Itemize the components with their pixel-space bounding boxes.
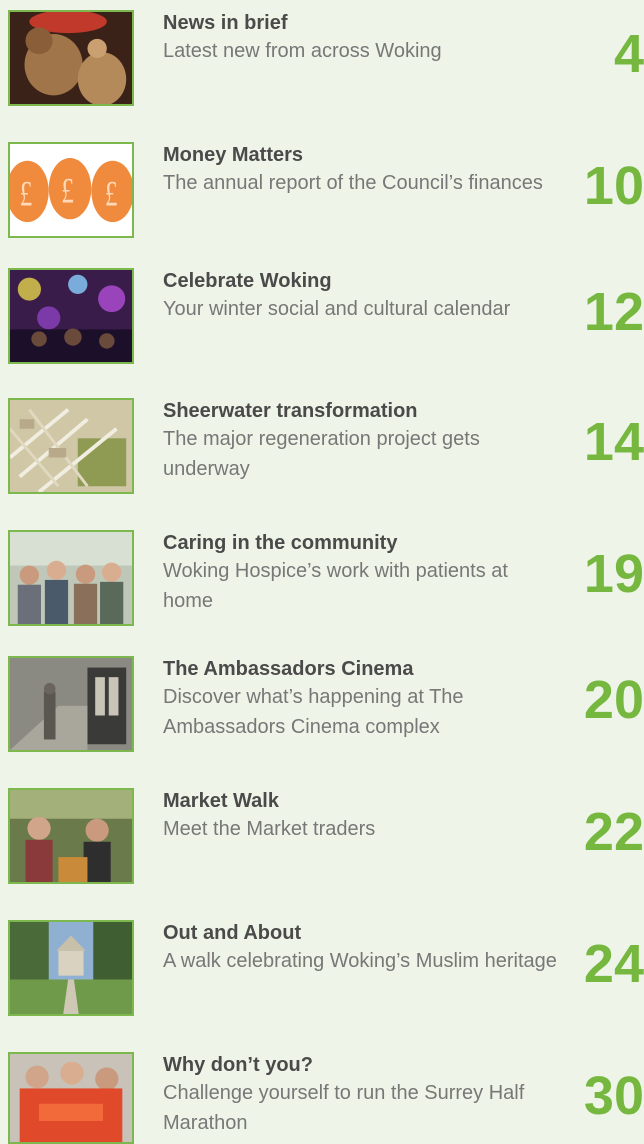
runners-photo <box>8 1052 134 1144</box>
pound-coins-graphic: £ £ £ <box>8 142 134 238</box>
page-number: 10 <box>583 156 644 216</box>
page-number: 4 <box>613 24 644 84</box>
entry-description: Woking Hospice’s work with patients at h… <box>163 560 508 612</box>
toc-entry-ambassadors-cinema[interactable]: The Ambassadors Cinema Discover what’s h… <box>0 656 644 766</box>
entry-title: Caring in the community <box>163 532 398 554</box>
svg-text:£: £ <box>61 170 74 211</box>
entry-title: Celebrate Woking <box>163 270 332 292</box>
entry-title: The Ambassadors Cinema <box>163 658 414 680</box>
entry-description: Your winter social and cultural calendar <box>163 298 511 320</box>
page-number: 14 <box>583 412 644 472</box>
page-number: 22 <box>583 802 644 862</box>
entry-description: A walk celebrating Woking’s Muslim herit… <box>163 950 557 972</box>
entry-description: Latest new from across Woking <box>163 40 442 62</box>
entry-title: Money Matters <box>163 144 304 166</box>
group-people-photo <box>8 530 134 626</box>
entry-description: The annual report of the Council’s finan… <box>163 172 543 194</box>
toc-entry-celebrate-woking[interactable]: Celebrate Woking Your winter social and … <box>0 268 644 368</box>
aerial-plan-photo <box>8 398 134 494</box>
page-number: 19 <box>583 544 644 604</box>
entry-description: Discover what’s happening at The Ambassa… <box>163 686 464 738</box>
toc-entry-why-dont-you[interactable]: Why don’t you? Challenge yourself to run… <box>0 1052 644 1144</box>
mosque-garden-photo <box>8 920 134 1016</box>
toc-entry-money-matters[interactable]: £ £ £ Money Matters The annual report of… <box>0 142 644 242</box>
entry-description: The major regeneration project gets unde… <box>163 428 480 480</box>
teddy-bear-photo <box>8 10 134 106</box>
cinema-corridor-photo <box>8 656 134 752</box>
page-number: 24 <box>583 934 644 994</box>
toc-entry-sheerwater[interactable]: Sheerwater transformation The major rege… <box>0 398 644 498</box>
svg-text:£: £ <box>105 173 118 214</box>
entry-title: News in brief <box>163 12 288 34</box>
concert-crowd-photo <box>8 268 134 364</box>
entry-title: Out and About <box>163 922 302 944</box>
entry-title: Market Walk <box>163 790 279 812</box>
entry-title: Why don’t you? <box>163 1054 313 1076</box>
toc-entry-market-walk[interactable]: Market Walk Meet the Market traders 22 <box>0 788 644 888</box>
svg-text:£: £ <box>20 173 33 214</box>
page-number: 12 <box>583 282 644 342</box>
toc-entry-news-in-brief[interactable]: News in brief Latest new from across Wok… <box>0 10 644 110</box>
page-number: 30 <box>583 1066 644 1126</box>
entry-description: Challenge yourself to run the Surrey Hal… <box>163 1082 525 1134</box>
market-traders-photo <box>8 788 134 884</box>
entry-description: Meet the Market traders <box>163 818 376 840</box>
toc-entry-caring-community[interactable]: Caring in the community Woking Hospice’s… <box>0 530 644 630</box>
entry-title: Sheerwater transformation <box>163 400 418 422</box>
toc-entry-out-and-about[interactable]: Out and About A walk celebrating Woking’… <box>0 920 644 1020</box>
page-number: 20 <box>583 670 644 730</box>
